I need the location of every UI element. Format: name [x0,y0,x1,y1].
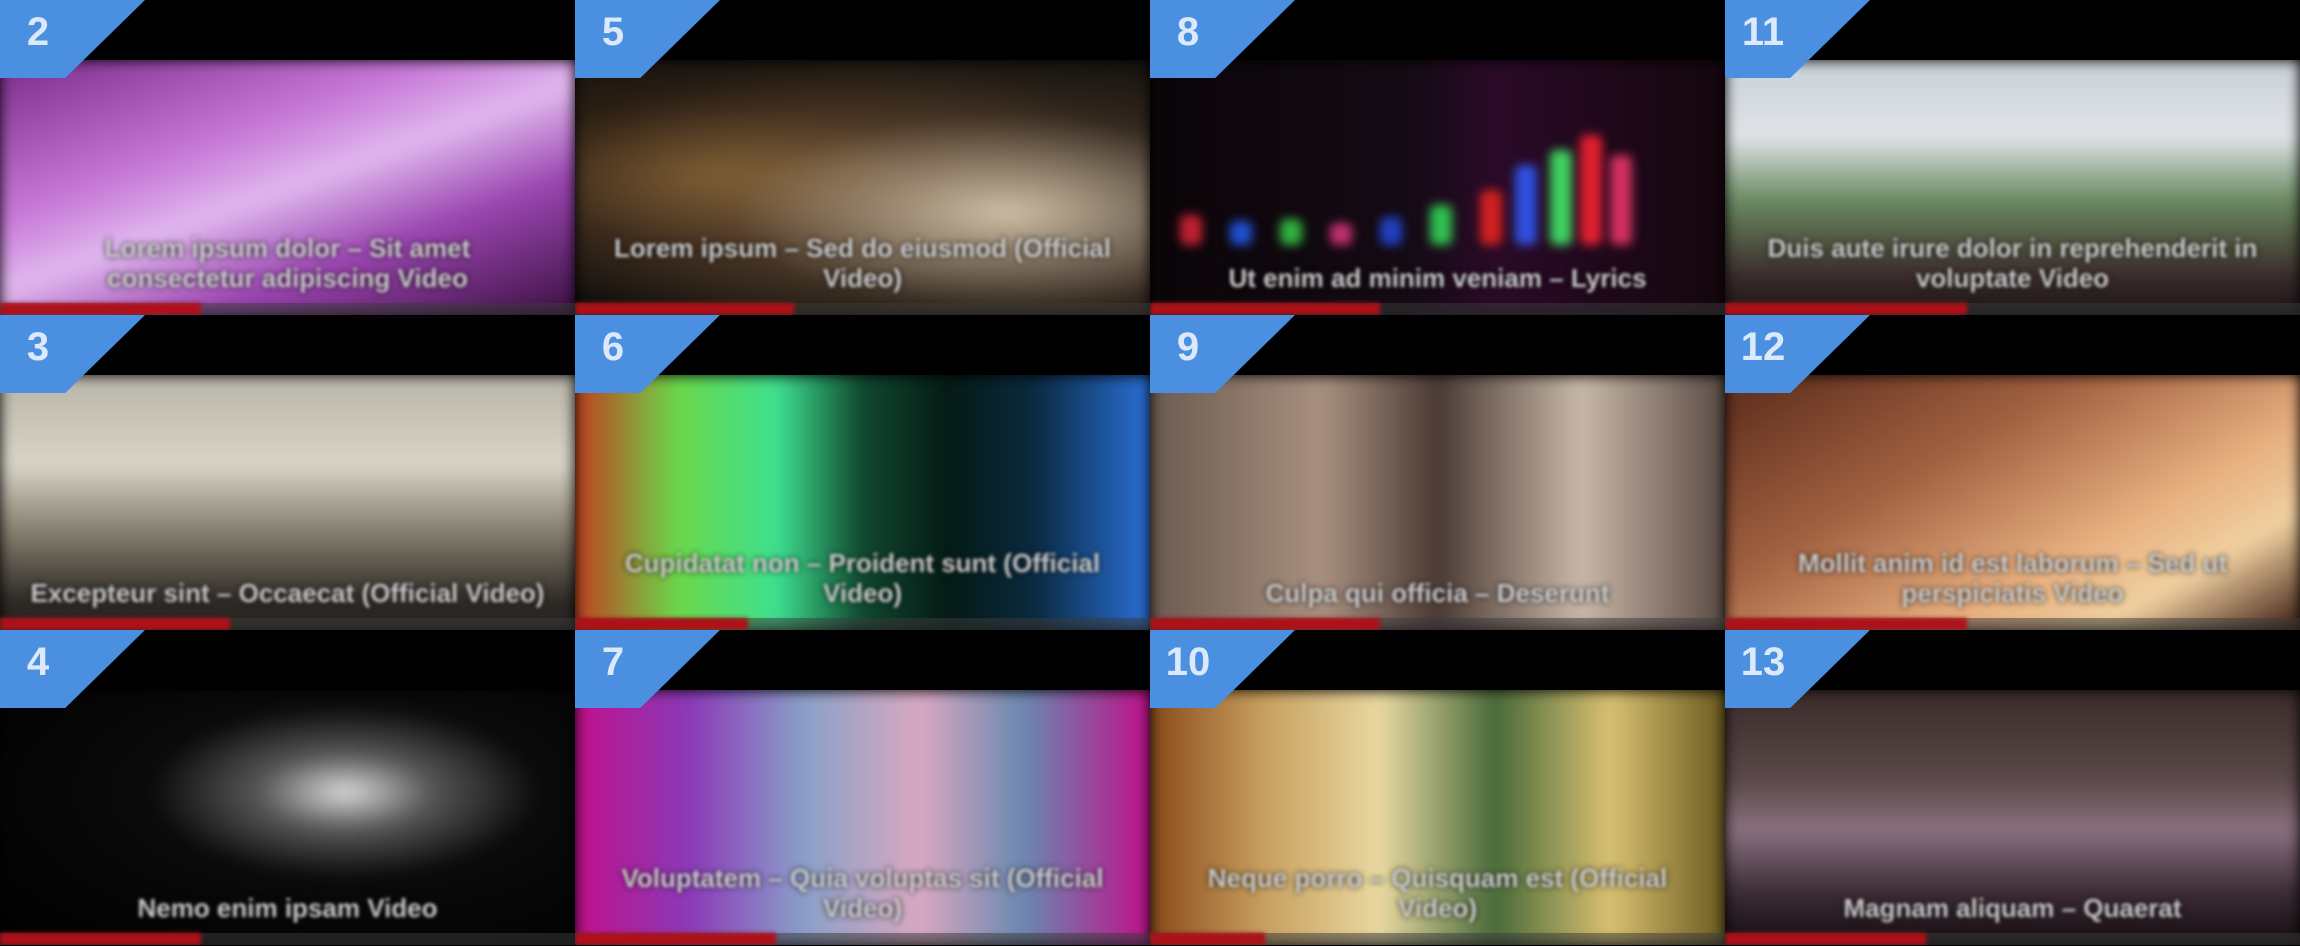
video-tile[interactable]: 3 Excepteur sint – Occaecat (Official Vi… [0,315,575,630]
video-title: Cupidatat non – Proident sunt (Official … [624,548,1101,608]
video-tile[interactable]: 5 Lorem ipsum – Sed do eiusmod (Official… [575,0,1150,315]
rank-number: 7 [601,640,625,684]
watch-progress-bar [0,303,575,315]
video-title: Mollit anim id est laborum – Sed ut pers… [1797,548,2228,608]
video-tile[interactable]: 9 Culpa qui officia – Deserunt [1150,315,1725,630]
watch-progress-bar [575,618,1150,630]
video-title: Culpa qui officia – Deserunt [1265,578,1610,608]
watch-progress-bar [1725,303,2300,315]
video-tile[interactable]: 6 Cupidatat non – Proident sunt (Officia… [575,315,1150,630]
video-tile[interactable]: 2 Lorem ipsum dolor – Sit amet consectet… [0,0,575,315]
watch-progress-bar [575,303,1150,315]
video-title: Voluptatem – Quia voluptas sit (Official… [621,863,1104,923]
video-title: Ut enim ad minim veniam – Lyrics [1228,263,1647,293]
watch-progress-fill [0,618,230,630]
rank-number: 9 [1176,325,1200,369]
watch-progress-fill [575,303,794,315]
video-tile[interactable]: 11 Duis aute irure dolor in reprehenderi… [1725,0,2300,315]
rank-number: 13 [1740,640,1786,684]
watch-progress-fill [575,618,748,630]
video-tile[interactable]: 13 Magnam aliquam – Quaerat [1725,630,2300,945]
watch-progress-bar [1150,933,1725,945]
video-title: Neque porro – Quisquam est (Official Vid… [1207,863,1668,923]
watch-progress-bar [0,933,575,945]
rank-number: 5 [601,10,625,54]
rank-number: 6 [601,325,625,369]
watch-progress-fill [0,303,202,315]
watch-progress-fill [1150,618,1380,630]
watch-progress-bar [1725,618,2300,630]
watch-progress-fill [1150,303,1380,315]
video-title: Lorem ipsum dolor – Sit amet consectetur… [104,233,471,293]
rank-number: 3 [26,325,50,369]
rank-number: 2 [26,10,50,54]
watch-progress-fill [575,933,777,945]
watch-progress-bar [1150,303,1725,315]
watch-progress-bar [575,933,1150,945]
video-tile[interactable]: 12 Mollit anim id est laborum – Sed ut p… [1725,315,2300,630]
video-title: Duis aute irure dolor in reprehenderit i… [1767,233,2258,293]
video-tile[interactable]: 10 Neque porro – Quisquam est (Official … [1150,630,1725,945]
rank-number: 12 [1740,325,1786,369]
watch-progress-fill [1725,933,1927,945]
video-title: Lorem ipsum – Sed do eiusmod (Official V… [614,233,1111,293]
video-title: Excepteur sint – Occaecat (Official Vide… [30,578,545,608]
rank-number: 4 [26,640,50,684]
video-title: Nemo enim ipsam Video [137,893,438,923]
video-grid: 2 Lorem ipsum dolor – Sit amet consectet… [0,0,2300,946]
watch-progress-fill [0,933,202,945]
watch-progress-fill [1150,933,1265,945]
video-tile[interactable]: 8 Ut enim ad minim veniam – Lyrics [1150,0,1725,315]
watch-progress-bar [1725,933,2300,945]
watch-progress-bar [1150,618,1725,630]
video-title: Magnam aliquam – Quaerat [1843,893,2182,923]
rank-number: 10 [1165,640,1211,684]
watch-progress-fill [1725,303,1967,315]
rank-number: 8 [1176,10,1200,54]
video-tile[interactable]: 7 Voluptatem – Quia voluptas sit (Offici… [575,630,1150,945]
watch-progress-fill [1725,618,1967,630]
watch-progress-bar [0,618,575,630]
video-tile[interactable]: 4 Nemo enim ipsam Video [0,630,575,945]
rank-number: 11 [1741,10,1785,54]
